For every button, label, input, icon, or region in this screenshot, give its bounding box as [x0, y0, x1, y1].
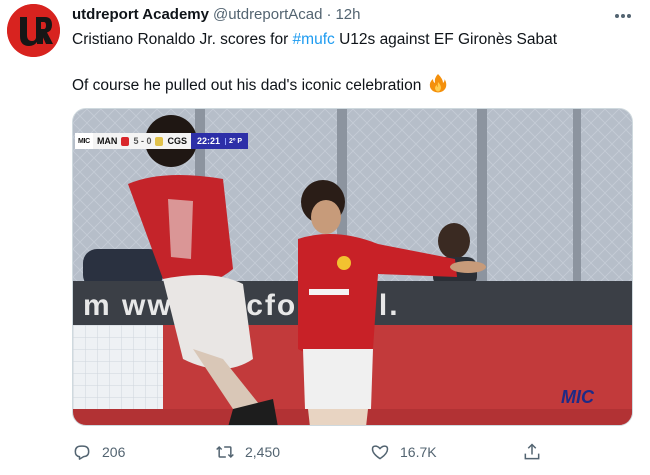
reply-icon — [74, 445, 90, 460]
avatar[interactable] — [7, 4, 60, 57]
match-half: 2º P — [225, 137, 242, 145]
home-team: MAN — [96, 136, 118, 146]
mic-watermark: MIC — [561, 387, 595, 407]
tweet-card[interactable]: utdreport Academy @utdreportAcad · 12h C… — [0, 0, 650, 475]
display-name[interactable]: utdreport Academy — [72, 6, 209, 23]
hashtag-link[interactable]: #mufc — [293, 31, 335, 48]
score-value: 5 - 0 — [133, 136, 152, 146]
reply-count: 206 — [102, 444, 126, 460]
share-button[interactable] — [522, 440, 542, 464]
video-media[interactable]: m www.micfootball. MIC MIC MAN 5 - 0 CGS… — [72, 108, 633, 426]
separator-dot: · — [326, 6, 332, 23]
away-crest-icon — [155, 136, 164, 146]
retweet-icon — [216, 445, 234, 459]
share-icon — [524, 443, 540, 460]
tweet-header: utdreport Academy @utdreportAcad · 12h — [72, 6, 360, 26]
scorebug-logo: MIC — [75, 133, 93, 149]
match-clock: 22:21 — [196, 136, 220, 146]
fire-emoji-icon — [429, 73, 447, 99]
reply-button[interactable]: 206 — [72, 440, 125, 464]
more-horizontal-icon[interactable] — [608, 6, 638, 26]
tweet-text-line-1: Cristiano Ronaldo Jr. scores for #mufc U… — [72, 30, 557, 50]
tweet-text-suffix: U12s against EF Gironès Sabat — [334, 31, 558, 48]
like-button[interactable]: 16.7K — [370, 440, 437, 464]
home-crest-icon — [121, 136, 130, 146]
tweet-text-body: Of course he pulled out his dad's iconic… — [72, 77, 422, 94]
video-frame: m www.micfootball. MIC — [73, 109, 632, 425]
tweet-text-prefix: Cristiano Ronaldo Jr. scores for — [72, 31, 293, 48]
utdreport-logo-icon — [7, 4, 60, 57]
timestamp[interactable]: 12h — [335, 6, 360, 23]
scorebug: MIC MAN 5 - 0 CGS 22:21 2º P — [75, 133, 249, 149]
retweet-count: 2,450 — [245, 444, 281, 460]
scorebug-score: MAN 5 - 0 CGS — [92, 133, 191, 149]
scorebug-clock: 22:21 2º P — [190, 133, 249, 149]
user-handle[interactable]: @utdreportAcad — [213, 6, 322, 23]
tweet-actions: 206 2,450 16.7K — [72, 440, 572, 464]
heart-icon — [371, 445, 389, 460]
retweet-button[interactable]: 2,450 — [215, 440, 280, 464]
tweet-text-line-2: Of course he pulled out his dad's iconic… — [72, 73, 447, 99]
like-count: 16.7K — [400, 444, 437, 460]
away-team: CGS — [167, 136, 187, 146]
